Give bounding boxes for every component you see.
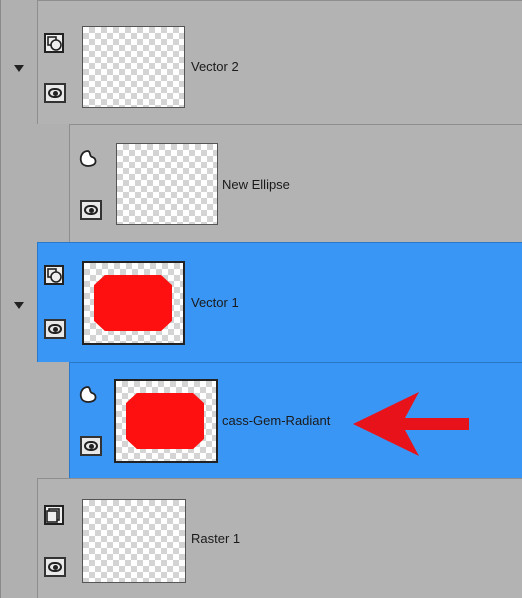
vector-layer-icon	[44, 265, 64, 285]
layer-row-raster-1[interactable]: Raster 1	[37, 478, 522, 598]
layer-thumbnail	[82, 26, 185, 108]
thumbnail-shape	[126, 393, 204, 449]
visibility-toggle[interactable]	[80, 436, 102, 456]
expand-vector-2-icon[interactable]	[14, 65, 24, 72]
layer-name[interactable]: New Ellipse	[222, 177, 290, 192]
vector-object-icon	[78, 385, 98, 405]
visibility-toggle[interactable]	[80, 200, 102, 220]
layer-name[interactable]: Raster 1	[191, 531, 240, 546]
vector-object-icon	[78, 149, 98, 169]
annotation-arrow-icon	[353, 392, 469, 456]
visibility-toggle[interactable]	[44, 319, 66, 339]
layer-thumbnail	[82, 499, 186, 583]
layers-panel: Vector 2 New Ellipse Vector 1 cass-Gem-R…	[0, 0, 522, 598]
layer-row-new-ellipse[interactable]: New Ellipse	[69, 124, 522, 242]
layer-row-vector-2[interactable]: Vector 2	[37, 0, 522, 124]
expand-vector-1-icon[interactable]	[14, 302, 24, 309]
thumbnail-shape	[94, 275, 172, 331]
layer-thumbnail	[114, 379, 218, 463]
layer-thumbnail	[82, 261, 185, 345]
visibility-toggle[interactable]	[44, 557, 66, 577]
layer-name[interactable]: Vector 1	[191, 295, 239, 310]
layer-name[interactable]: Vector 2	[191, 59, 239, 74]
layer-row-vector-1[interactable]: Vector 1	[37, 242, 522, 362]
vector-layer-icon	[44, 33, 64, 53]
raster-layer-icon	[44, 505, 64, 525]
visibility-toggle[interactable]	[44, 83, 66, 103]
layer-thumbnail	[116, 143, 218, 225]
